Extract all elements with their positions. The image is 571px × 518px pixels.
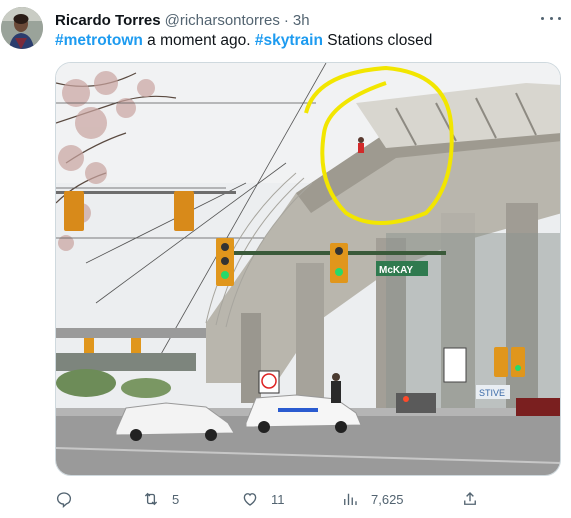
more-dot <box>541 16 544 20</box>
more-dot <box>558 16 561 20</box>
tweet-actions: 5 11 7,625 <box>55 488 485 510</box>
like-icon <box>243 493 257 506</box>
avatar-image <box>1 7 43 49</box>
separator-dot: · <box>283 11 289 29</box>
like-button[interactable]: 11 <box>241 488 285 510</box>
tweet: Ricardo Torres @richarsontorres · 3h #me… <box>0 0 571 518</box>
tweet-text: #metrotown a moment ago. #skytrain Stati… <box>55 31 432 51</box>
retweet-count: 5 <box>172 491 180 507</box>
more-icon[interactable] <box>541 10 561 26</box>
tweet-header: Ricardo Torres @richarsontorres · 3h <box>55 10 310 30</box>
timestamp[interactable]: 3h <box>293 12 310 29</box>
views-icon <box>344 493 357 505</box>
avatar[interactable] <box>1 7 43 49</box>
author-name[interactable]: Ricardo Torres <box>55 12 161 29</box>
views-button[interactable]: 7,625 <box>341 488 404 510</box>
like-count: 11 <box>271 491 285 507</box>
reply-button[interactable] <box>55 488 85 510</box>
street-sign-text: McKAY <box>379 265 413 276</box>
hashtag-skytrain[interactable]: #skytrain <box>255 32 323 49</box>
reply-icon <box>56 492 72 508</box>
retweet-icon <box>144 492 158 506</box>
share-button[interactable] <box>461 488 479 510</box>
retweet-button[interactable]: 5 <box>142 488 179 510</box>
more-dot <box>549 16 553 20</box>
tweet-photo[interactable]: McKAY STIVE <box>55 62 561 476</box>
street-scene-photo: McKAY STIVE <box>56 63 560 475</box>
tweet-text-part: a moment ago. <box>142 32 255 49</box>
author-handle[interactable]: @richarsontorres <box>165 12 280 29</box>
share-icon <box>464 492 476 505</box>
tweet-text-part: Stations closed <box>322 32 433 49</box>
view-count: 7,625 <box>371 491 404 507</box>
hashtag-metrotown[interactable]: #metrotown <box>55 32 143 49</box>
bus-sign-text: STIVE <box>479 388 505 398</box>
